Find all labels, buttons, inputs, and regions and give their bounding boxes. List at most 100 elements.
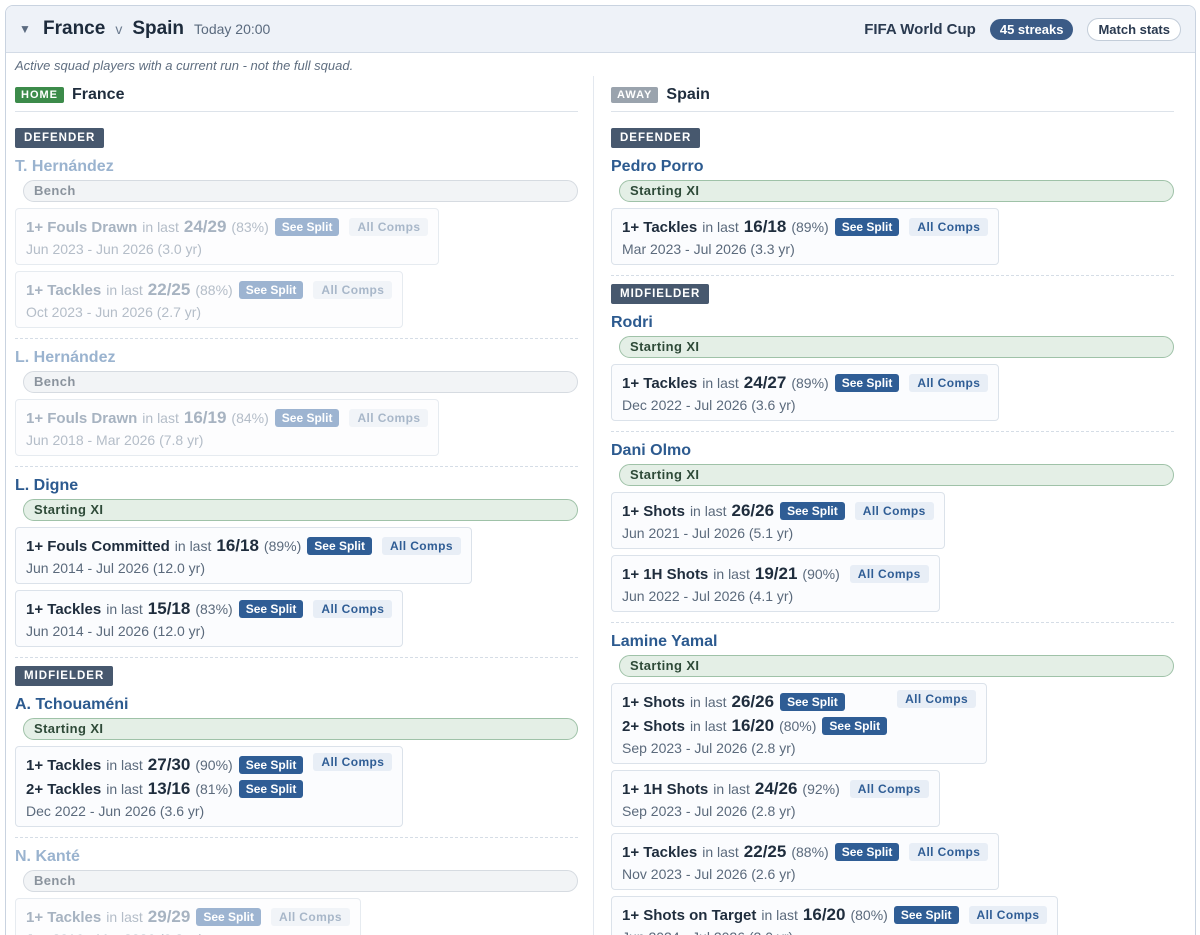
streak-ratio: 16/20 (731, 716, 775, 735)
all-comps-button[interactable]: All Comps (349, 409, 429, 427)
player-name[interactable]: Dani Olmo (611, 440, 1174, 464)
see-split-button[interactable]: See Split (238, 756, 304, 774)
all-comps-button[interactable]: All Comps (968, 906, 1048, 924)
see-split-button[interactable]: See Split (274, 218, 340, 236)
lineup-status: Starting XI (23, 718, 578, 740)
lineup-status: Starting XI (619, 336, 1174, 358)
in-last-label: in last (702, 219, 739, 235)
streak-percent: (89%) (791, 375, 829, 391)
streak-date-range: Nov 2023 - Jul 2026 (2.6 yr) (622, 866, 796, 882)
streaks-count-badge: 45 streaks (989, 18, 1074, 40)
streak-stat: 1+ Fouls Committed (26, 537, 170, 555)
streak-stat: 2+ Tackles (26, 780, 102, 798)
streak-card: 1+ Shots in last 26/26 See Split 2+ Shots in … (611, 683, 988, 764)
all-comps-button[interactable]: All Comps (313, 600, 393, 618)
position-label: DEFENDER (611, 128, 701, 148)
streak-line: 1+ Tackles in last 16/18 (89%) See Split All … (622, 215, 989, 239)
streak-line: 1+ Tackles in last 27/30 (90%) See Split (26, 753, 304, 777)
player-block: Lamine Yamal Starting XI 1+ Shots in last 26… (611, 631, 1174, 935)
away-team-name: Spain (132, 18, 185, 39)
streak-percent: (84%) (231, 410, 269, 426)
streak-stat: 1+ Tackles (26, 756, 102, 774)
see-split-button[interactable]: See Split (238, 281, 304, 299)
player-name[interactable]: Pedro Porro (611, 156, 1174, 180)
streak-card: 1+ Tackles in last 16/18 (89%) See Split All … (611, 208, 1000, 265)
streak-line: 1+ Tackles in last 22/25 (88%) See Split All … (26, 278, 393, 302)
all-comps-button[interactable]: All Comps (897, 690, 977, 708)
player-name[interactable]: T. Hernández (15, 156, 578, 180)
streak-ratio: 16/18 (743, 217, 787, 236)
in-last-label: in last (689, 718, 727, 734)
streak-card: 1+ Shots in last 26/26 See Split All Comps Ju… (611, 492, 945, 549)
streak-date-range: Jun 2023 - Jun 2026 (3.0 yr) (26, 241, 202, 257)
streak-percent: (80%) (779, 718, 817, 734)
streak-percent: (89%) (791, 219, 829, 235)
collapse-caret-icon[interactable]: ▼ (19, 22, 43, 36)
home-team-name: France (43, 18, 106, 39)
player-name[interactable]: L. Hernández (15, 347, 578, 371)
see-split-button[interactable]: See Split (893, 906, 959, 924)
streak-card: 1+ 1H Shots in last 24/26 (92%) All Comps Sep… (611, 770, 940, 827)
player-name[interactable]: Rodri (611, 312, 1174, 336)
see-split-button[interactable]: See Split (780, 502, 845, 520)
streak-card: 1+ 1H Shots in last 19/21 (90%) All Comps Jun… (611, 555, 940, 612)
all-comps-button[interactable]: All Comps (909, 843, 989, 861)
all-comps-button[interactable]: All Comps (854, 502, 934, 520)
streak-date-range: Dec 2022 - Jul 2026 (3.6 yr) (622, 397, 796, 413)
streak-card: 1+ Tackles in last 24/27 (89%) See Split All … (611, 364, 1000, 421)
see-split-button[interactable]: See Split (307, 537, 372, 555)
all-comps-button[interactable]: All Comps (909, 374, 989, 392)
in-last-label: in last (106, 781, 143, 797)
lineup-status: Bench (23, 371, 578, 393)
match-stats-button[interactable]: Match stats (1087, 17, 1181, 41)
streak-percent: (88%) (195, 282, 233, 298)
all-comps-button[interactable]: All Comps (271, 908, 350, 926)
team-header: AWAY Spain (611, 84, 1174, 112)
streak-line: 1+ Shots on Target in last 16/20 (80%) See S… (622, 903, 1048, 927)
all-comps-button[interactable]: All Comps (349, 218, 429, 236)
all-comps-button[interactable]: All Comps (849, 780, 929, 798)
streak-card: 1+ Tackles in last 22/25 (88%) See Split All … (611, 833, 1000, 890)
see-split-button[interactable]: See Split (834, 218, 900, 236)
position-label: DEFENDER (15, 128, 105, 148)
see-split-button[interactable]: See Split (196, 908, 262, 926)
player-name[interactable]: Lamine Yamal (611, 631, 1174, 655)
see-split-button[interactable]: See Split (274, 409, 340, 427)
streak-card: 1+ Fouls Drawn in last 16/19 (84%) See Split… (15, 399, 440, 456)
player-name[interactable]: N. Kanté (15, 846, 578, 870)
see-split-button[interactable]: See Split (238, 600, 304, 618)
player-name[interactable]: A. Tchouaméni (15, 694, 578, 718)
see-split-button[interactable]: See Split (822, 717, 888, 735)
lineup-status: Starting XI (619, 464, 1174, 486)
all-comps-button[interactable]: All Comps (909, 218, 989, 236)
see-split-button[interactable]: See Split (780, 693, 845, 711)
streak-line: 1+ Tackles in last 24/27 (89%) See Split All … (622, 371, 989, 395)
streak-stat: 1+ 1H Shots (622, 565, 709, 583)
match-header[interactable]: ▼ France v Spain Today 20:00 FIFA World … (6, 6, 1195, 53)
see-split-button[interactable]: See Split (238, 780, 304, 798)
see-split-button[interactable]: See Split (834, 843, 900, 861)
streak-line: 1+ Fouls Drawn in last 16/19 (84%) See Split… (26, 406, 429, 430)
streak-date-range: Jun 2021 - Jul 2026 (5.1 yr) (622, 525, 794, 541)
in-last-label: in last (713, 566, 750, 582)
all-comps-button[interactable]: All Comps (849, 565, 929, 583)
streak-ratio: 19/21 (754, 564, 798, 583)
player-block: Dani Olmo Starting XI 1+ Shots in last 26/26… (611, 440, 1174, 623)
streak-stat: 1+ Shots (622, 502, 685, 520)
see-split-button[interactable]: See Split (834, 374, 900, 392)
all-comps-button[interactable]: All Comps (313, 753, 393, 771)
lineup-status: Bench (23, 870, 578, 892)
streak-ratio: 24/26 (754, 779, 798, 798)
streak-ratio: 29/29 (147, 907, 191, 926)
all-comps-button[interactable]: All Comps (313, 281, 393, 299)
team-title: France (72, 85, 125, 103)
streak-ratio: 22/25 (743, 842, 787, 861)
streak-ratio: 15/18 (147, 599, 191, 618)
away-badge: AWAY (611, 86, 659, 103)
streak-stat: 1+ Fouls Drawn (26, 409, 138, 427)
player-block: N. Kanté Bench 1+ Tackles in last 29/29 See S… (15, 846, 578, 935)
player-name[interactable]: L. Digne (15, 475, 578, 499)
all-comps-button[interactable]: All Comps (381, 537, 461, 555)
streak-ratio: 16/18 (216, 536, 259, 555)
streak-date-range: Jun 2016 - Mar 2026 (9.8 yr) (26, 929, 350, 935)
